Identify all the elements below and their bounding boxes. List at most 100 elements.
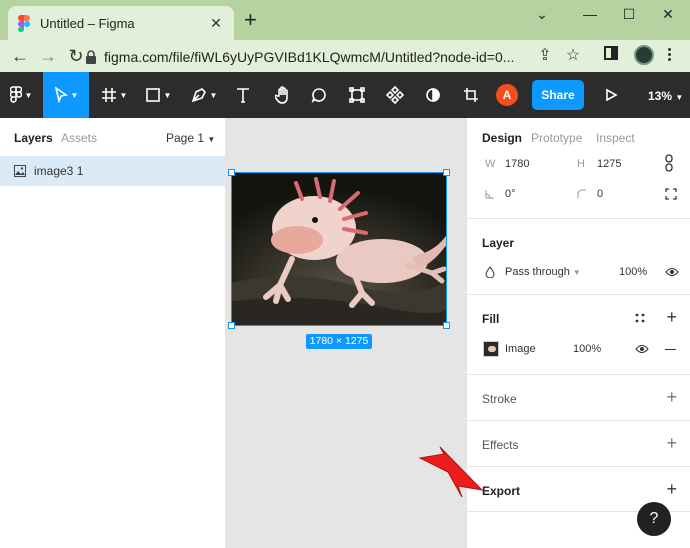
blend-mode-icon	[485, 266, 495, 278]
height-field[interactable]: 1275	[597, 158, 621, 170]
corner-radius-icon	[577, 189, 586, 198]
effects-section: Effects +	[467, 420, 690, 466]
constrain-proportions-icon[interactable]	[663, 154, 675, 172]
address-bar-row: ← → ↻ figma.com/file/fiWL6yUyPGVIBd1KLQw…	[0, 40, 690, 72]
rotation-icon	[485, 190, 494, 199]
cursor-icon	[54, 87, 68, 103]
rotation-field[interactable]: 0°	[505, 188, 516, 200]
help-button[interactable]: ?	[637, 502, 671, 536]
fill-image-thumbnail[interactable]	[483, 341, 499, 357]
play-icon	[606, 88, 618, 102]
components-button[interactable]	[382, 72, 408, 118]
tab-design[interactable]: Design	[482, 131, 522, 145]
maximize-button[interactable]: ☐	[617, 6, 641, 22]
design-panel: Design Prototype Inspect W 1780 H 1275 0…	[466, 118, 690, 548]
stroke-section-title: Stroke	[482, 392, 517, 406]
lock-icon[interactable]	[84, 49, 98, 65]
layer-opacity-field[interactable]: 100%	[619, 266, 647, 278]
user-avatar[interactable]: A	[496, 84, 518, 106]
browser-tab[interactable]: Untitled – Figma ✕	[8, 6, 234, 40]
independent-corners-icon[interactable]	[665, 188, 677, 200]
tab-layers[interactable]: Layers	[14, 131, 53, 145]
width-label: W	[485, 158, 496, 170]
fill-opacity-field[interactable]: 100%	[573, 343, 601, 355]
side-panel-icon[interactable]	[600, 46, 622, 66]
tab-prototype[interactable]: Prototype	[531, 131, 582, 145]
selection-size-badge: 1780 × 1275	[306, 334, 372, 349]
layer-row-image[interactable]: image3 1	[0, 156, 225, 186]
browser-tab-bar: Untitled – Figma ✕ + ⌄ — ☐ ✕	[0, 0, 690, 40]
eye-icon[interactable]	[665, 267, 679, 277]
add-effect-button[interactable]: +	[666, 434, 677, 452]
effects-section-title: Effects	[482, 438, 519, 452]
shape-tool-button[interactable]: ▼	[140, 72, 176, 118]
add-stroke-button[interactable]: +	[666, 388, 677, 406]
image-icon	[14, 165, 26, 177]
layer-section-title: Layer	[482, 236, 515, 250]
red-arrow-annotation	[418, 446, 484, 498]
url-input[interactable]: figma.com/file/fiWL6yUyPGVIBd1KLQwmcM/Un…	[104, 46, 524, 68]
frame-tool-button[interactable]: ▼	[96, 72, 132, 118]
text-icon	[237, 88, 249, 103]
crop-button[interactable]	[458, 72, 484, 118]
tab-search-icon[interactable]: ⌄	[530, 6, 554, 22]
resize-handle-bottom-right[interactable]	[443, 322, 450, 329]
profile-avatar-icon[interactable]	[634, 45, 654, 65]
fill-visibility-icon[interactable]	[635, 344, 649, 354]
browser-menu-icon[interactable]	[666, 46, 672, 64]
resize-handle-top-right[interactable]	[443, 169, 450, 176]
resize-handle-top-left[interactable]	[228, 169, 235, 176]
resources-button[interactable]	[344, 72, 370, 118]
remove-fill-icon[interactable]	[665, 349, 676, 351]
hand-icon	[275, 86, 288, 104]
add-fill-button[interactable]: +	[666, 308, 677, 326]
tab-inspect[interactable]: Inspect	[596, 131, 635, 145]
resize-handle-bottom-left[interactable]	[228, 322, 235, 329]
zoom-level[interactable]: 13% ▼	[648, 89, 683, 103]
fill-section-title: Fill	[482, 312, 500, 326]
resources-icon	[349, 87, 365, 103]
axolotl-image	[232, 173, 446, 325]
stroke-section: Stroke +	[467, 374, 690, 420]
frame-icon	[101, 88, 116, 102]
comment-icon	[311, 88, 326, 103]
close-tab-icon[interactable]: ✕	[208, 15, 224, 32]
height-label: H	[577, 158, 585, 170]
pen-icon	[191, 88, 206, 103]
contrast-icon	[426, 88, 440, 102]
present-button[interactable]	[598, 72, 624, 118]
figma-logo-icon	[18, 14, 30, 32]
close-window-button[interactable]: ✕	[656, 6, 680, 22]
selected-image[interactable]	[231, 172, 447, 326]
main-menu-button[interactable]: ▼	[0, 72, 42, 118]
bookmark-star-icon[interactable]: ☆	[562, 46, 584, 66]
fill-section: Fill + Image 100%	[467, 294, 690, 374]
pen-tool-button[interactable]: ▼	[186, 72, 222, 118]
width-field[interactable]: 1780	[505, 158, 529, 170]
figma-toolbar: ▼ ▼ ▼ ▼ ▼	[0, 72, 690, 118]
share-page-icon[interactable]: ⇪	[534, 46, 556, 66]
move-tool-button[interactable]: ▼	[43, 72, 89, 118]
fill-type[interactable]: Image	[505, 343, 536, 355]
tab-assets[interactable]: Assets	[61, 131, 97, 145]
forward-icon[interactable]: →	[36, 44, 60, 68]
comment-tool-button[interactable]	[306, 72, 332, 118]
rectangle-icon	[145, 88, 160, 102]
styles-grid-icon[interactable]	[635, 313, 645, 323]
text-tool-button[interactable]	[230, 72, 256, 118]
tab-title: Untitled – Figma	[40, 15, 135, 31]
layers-panel: Layers Assets Page 1 ▼ image3 1	[0, 118, 226, 548]
back-icon[interactable]: ←	[8, 44, 32, 68]
blend-mode-select[interactable]: Pass through ▼	[505, 266, 581, 278]
hand-tool-button[interactable]	[270, 72, 296, 118]
share-button[interactable]: Share	[532, 80, 584, 110]
corner-radius-field[interactable]: 0	[597, 188, 603, 200]
mask-button[interactable]	[420, 72, 446, 118]
minimize-button[interactable]: —	[578, 6, 602, 22]
layer-section: Layer Pass through ▼ 100%	[467, 218, 690, 294]
layer-name: image3 1	[34, 164, 84, 178]
new-tab-button[interactable]: +	[244, 9, 257, 31]
figma-menu-icon	[9, 86, 22, 103]
page-selector[interactable]: Page 1 ▼	[166, 131, 215, 145]
add-export-button[interactable]: +	[666, 480, 677, 498]
